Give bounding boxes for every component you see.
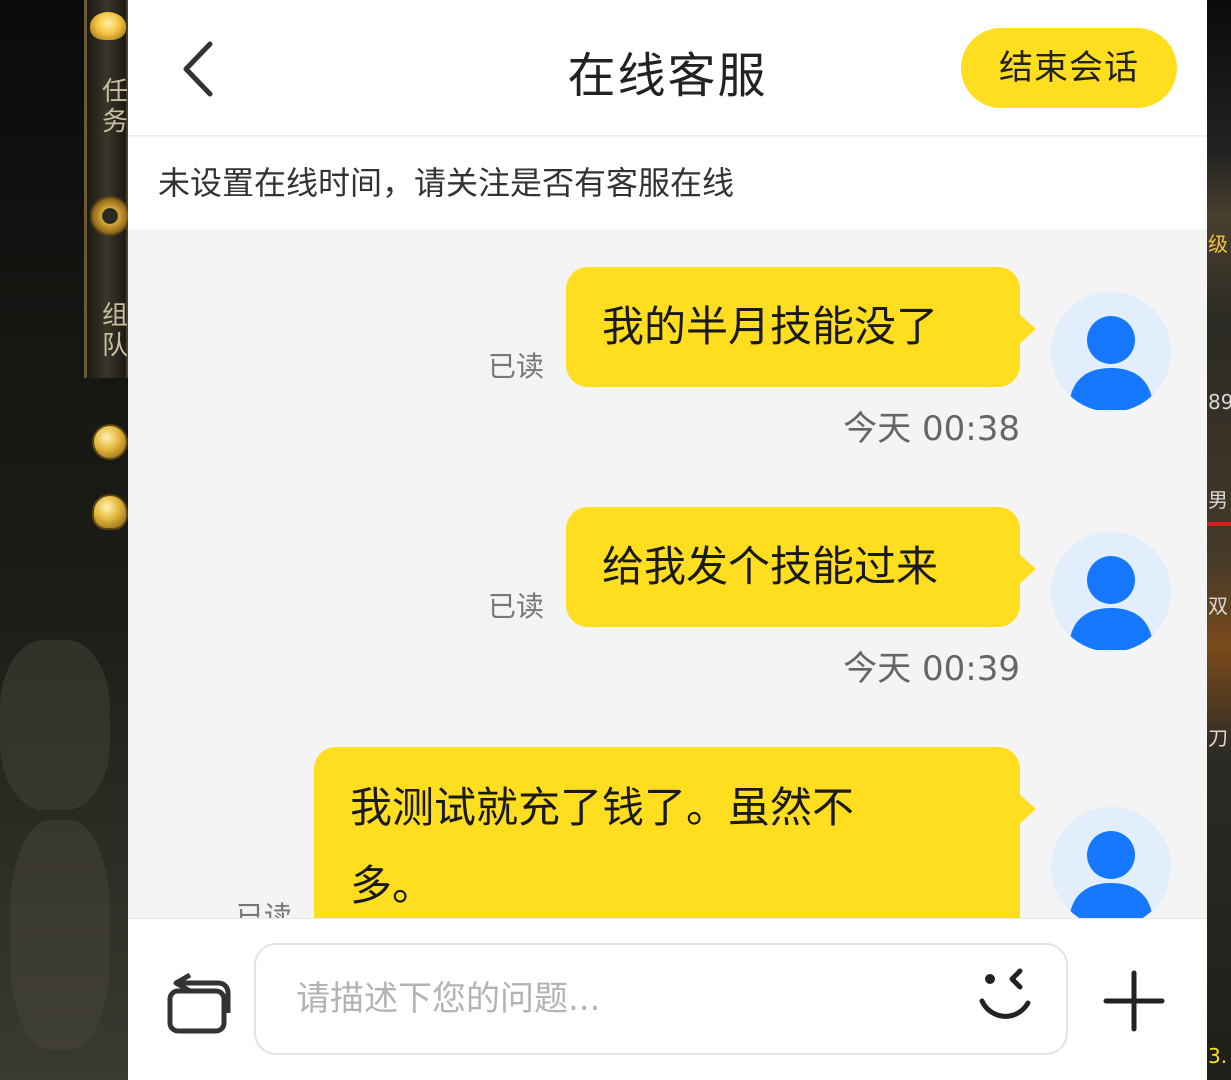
end-session-button[interactable]: 结束会话	[961, 28, 1177, 108]
background-rock	[10, 820, 110, 1050]
switch-keyboard-icon	[167, 972, 231, 1034]
gold-ingot-icon	[90, 12, 126, 40]
game-label: 务	[102, 107, 128, 137]
game-label: 刀	[1208, 726, 1228, 750]
message-time: 今天 00:39	[843, 649, 1020, 689]
user-avatar-icon	[1069, 831, 1153, 918]
bubble-tail	[1018, 553, 1036, 585]
user-avatar[interactable]	[1051, 807, 1171, 918]
game-label: 89	[1208, 390, 1231, 414]
user-avatar[interactable]	[1051, 292, 1171, 412]
message-text-line: 多。	[350, 861, 435, 910]
coin-icon	[92, 424, 128, 460]
game-label: 双	[1208, 594, 1228, 618]
message-input[interactable]	[296, 969, 956, 1029]
refresh-icon	[90, 196, 128, 236]
user-avatar-icon	[1069, 316, 1153, 410]
message-bubble[interactable]: 我测试就充了钱了。虽然不 多。	[314, 747, 1036, 918]
game-label: 男	[1208, 488, 1228, 512]
switch-input-button[interactable]	[166, 967, 234, 1037]
more-options-button[interactable]	[1102, 969, 1166, 1033]
game-label: 级	[1208, 232, 1228, 256]
message-text: 我的半月技能没了	[602, 302, 939, 351]
read-status: 已读	[488, 350, 545, 383]
game-label: 任	[102, 77, 128, 107]
user-avatar-icon	[1069, 556, 1153, 650]
message-bubble[interactable]: 我的半月技能没了	[566, 267, 1036, 387]
message-text-line: 我测试就充了钱了。虽然不	[350, 783, 855, 832]
message-list[interactable]: 已读 我的半月技能没了 今天 00:38 已读 给我发个技能过来 今天 00:3…	[128, 229, 1207, 918]
read-status: 已读	[488, 590, 545, 623]
game-label: 队	[102, 331, 128, 361]
user-avatar[interactable]	[1051, 532, 1171, 652]
customer-service-chat: 在线客服 结束会话 未设置在线时间，请关注是否有客服在线 已读 我的半月技能没了…	[128, 0, 1207, 1080]
emoji-icon	[979, 968, 1031, 1019]
emoji-button[interactable]	[976, 965, 1040, 1029]
game-label: 3.	[1208, 1044, 1228, 1068]
game-background-left: 任 务 组 队	[0, 0, 128, 1080]
game-background-right: 级 89 男 双 刀 3.	[1207, 0, 1231, 1080]
game-label: 组	[102, 301, 128, 331]
message-input-box	[254, 943, 1068, 1055]
gold-ingot-icon	[92, 494, 128, 530]
online-time-notice: 未设置在线时间，请关注是否有客服在线	[128, 137, 1207, 229]
bubble-tail	[1018, 793, 1036, 825]
message-bubble[interactable]: 给我发个技能过来	[566, 507, 1036, 627]
input-bar	[128, 918, 1207, 1080]
chat-header: 在线客服 结束会话	[128, 0, 1207, 136]
plus-icon	[1103, 970, 1165, 1032]
read-status: 已读	[236, 900, 293, 918]
background-rock	[0, 640, 110, 810]
hp-bar	[1207, 522, 1231, 526]
bubble-tail	[1018, 313, 1036, 345]
message-text: 给我发个技能过来	[602, 542, 939, 591]
message-time: 今天 00:38	[843, 409, 1020, 449]
